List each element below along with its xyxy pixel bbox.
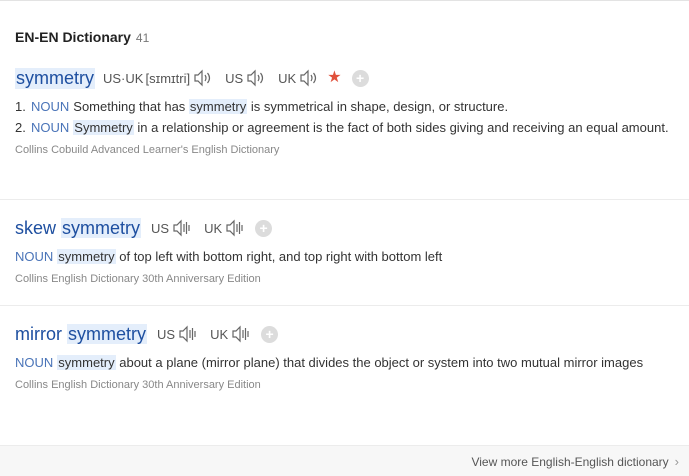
definition-number: 2. bbox=[15, 120, 26, 135]
us-uk-label: US·UK bbox=[103, 70, 144, 86]
star-icon[interactable]: ★ bbox=[327, 70, 341, 86]
us-label: US bbox=[225, 70, 244, 86]
footer-bar: View more English-English dictionary › bbox=[0, 445, 689, 476]
definition-text: of top left with bottom right, and top r… bbox=[115, 249, 443, 264]
divider bbox=[0, 305, 689, 306]
speaker-icon[interactable] bbox=[193, 69, 213, 87]
highlighted-term: symmetry bbox=[57, 249, 116, 264]
part-of-speech: NOUN bbox=[31, 120, 70, 135]
definitions: 1. NOUN Something that has symmetry is sy… bbox=[15, 96, 674, 138]
pronunciation-us: US bbox=[225, 69, 266, 87]
entry-head: symmetry US·UK [sɪmɪtri] US UK ★ + bbox=[15, 66, 674, 90]
result-count: 41 bbox=[135, 31, 150, 45]
divider bbox=[0, 199, 689, 200]
definition-number: 1. bbox=[15, 99, 26, 114]
uk-label: UK bbox=[278, 70, 297, 86]
definitions: NOUN symmetry of top left with bottom rig… bbox=[15, 246, 674, 267]
entry-head: skew symmetry US UK + bbox=[15, 216, 674, 240]
add-icon[interactable]: + bbox=[261, 325, 279, 343]
definition-text: Something that has bbox=[73, 99, 189, 114]
pronunciation-us-uk: US·UK [sɪmɪtri] bbox=[103, 69, 213, 87]
uk-label: UK bbox=[204, 220, 223, 236]
headword[interactable]: symmetry bbox=[15, 67, 95, 89]
speaker-icon[interactable] bbox=[246, 69, 266, 87]
speaker-icon[interactable] bbox=[178, 325, 198, 343]
speaker-icon[interactable] bbox=[225, 219, 245, 237]
headword[interactable]: skew symmetry bbox=[15, 217, 142, 239]
dictionary-source: Collins Cobuild Advanced Learner's Engli… bbox=[15, 144, 280, 156]
chevron-right-icon: › bbox=[674, 454, 679, 469]
speaker-icon[interactable] bbox=[172, 219, 192, 237]
dictionary-source: Collins English Dictionary 30th Annivers… bbox=[15, 273, 261, 285]
add-icon[interactable]: + bbox=[255, 219, 273, 237]
entry-skew-symmetry: skew symmetry US UK + NOUN symmetry of to… bbox=[15, 216, 674, 285]
speaker-icon[interactable] bbox=[231, 325, 251, 343]
view-more-label: View more English-English dictionary bbox=[471, 454, 669, 469]
definition-item: 1. NOUN Something that has symmetry is sy… bbox=[15, 96, 674, 117]
dictionary-source: Collins English Dictionary 30th Annivers… bbox=[15, 379, 261, 391]
definition-item: NOUN symmetry about a plane (mirror plane… bbox=[15, 352, 674, 373]
entry-head: mirror symmetry US UK + bbox=[15, 322, 674, 346]
definition-text: in a relationship or agreement is the fa… bbox=[133, 120, 669, 135]
dictionary-header: EN-EN Dictionary 41 bbox=[15, 29, 149, 49]
pronunciation-us: US bbox=[151, 219, 192, 237]
phonetic: [sɪmɪtri] bbox=[145, 70, 191, 86]
definition-item: NOUN symmetry of top left with bottom rig… bbox=[15, 246, 674, 267]
pronunciation-uk: UK bbox=[204, 219, 245, 237]
pronunciation-uk: UK bbox=[278, 69, 319, 87]
entry-mirror-symmetry: mirror symmetry US UK + NOUN symmetry abo… bbox=[15, 322, 674, 391]
part-of-speech: NOUN bbox=[31, 99, 70, 114]
highlighted-term: Symmetry bbox=[73, 120, 134, 135]
definition-item: 2. NOUN Symmetry in a relationship or agr… bbox=[15, 117, 674, 138]
dictionary-title: EN-EN Dictionary bbox=[15, 29, 131, 45]
definition-text: about a plane (mirror plane) that divide… bbox=[115, 355, 644, 370]
headword[interactable]: mirror symmetry bbox=[15, 323, 147, 345]
us-label: US bbox=[151, 220, 170, 236]
highlighted-term: symmetry bbox=[188, 99, 248, 114]
definition-text: is symmetrical in shape, design, or stru… bbox=[247, 99, 509, 114]
pronunciation-us: US bbox=[157, 325, 198, 343]
part-of-speech: NOUN bbox=[15, 249, 54, 264]
entry-symmetry: symmetry US·UK [sɪmɪtri] US UK ★ + 1. NO… bbox=[15, 66, 674, 156]
view-more-link[interactable]: View more English-English dictionary › bbox=[471, 454, 679, 469]
uk-label: UK bbox=[210, 326, 229, 342]
part-of-speech: NOUN bbox=[15, 355, 54, 370]
us-label: US bbox=[157, 326, 176, 342]
pronunciation-uk: UK bbox=[210, 325, 251, 343]
highlighted-term: symmetry bbox=[57, 355, 116, 370]
definitions: NOUN symmetry about a plane (mirror plane… bbox=[15, 352, 674, 373]
speaker-icon[interactable] bbox=[299, 69, 319, 87]
add-icon[interactable]: + bbox=[351, 69, 369, 87]
top-border bbox=[0, 0, 689, 1]
